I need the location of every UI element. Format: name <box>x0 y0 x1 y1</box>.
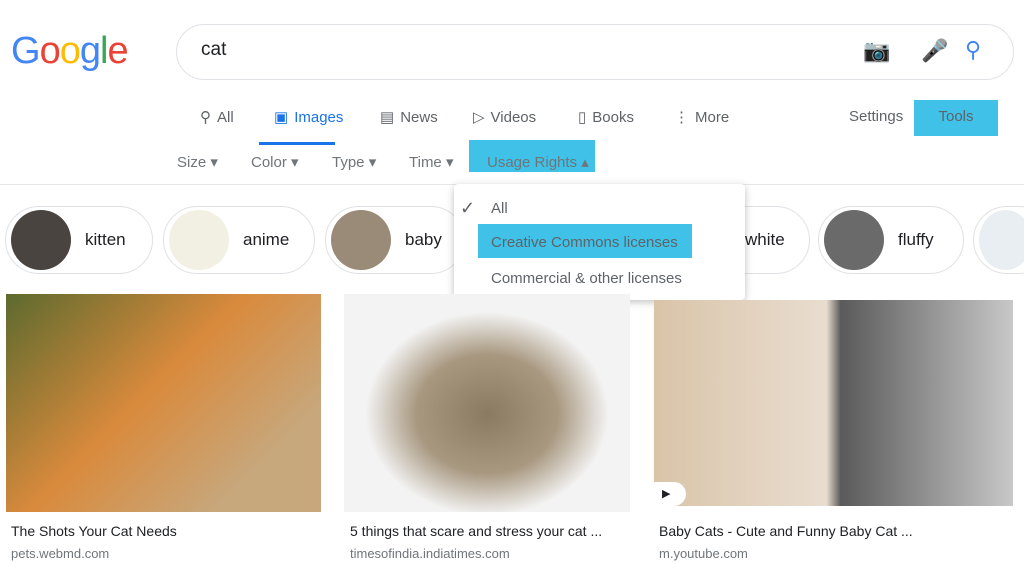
result-image[interactable]: ▶ <box>654 300 1013 506</box>
more-vert-icon: ⋮ <box>674 109 689 126</box>
check-icon: ✓ <box>460 198 476 218</box>
result-source[interactable]: timesofindia.indiatimes.com <box>350 546 510 561</box>
tools-button[interactable]: Tools <box>914 100 998 136</box>
tab-books[interactable]: ▯ Books <box>578 108 634 127</box>
result-title[interactable]: The Shots Your Cat Needs <box>11 523 177 539</box>
microphone-icon[interactable]: 🎤 <box>921 38 948 64</box>
chip-kitten[interactable]: kitten <box>5 206 153 274</box>
chip-anime[interactable]: anime <box>163 206 315 274</box>
menu-item-all[interactable]: All <box>491 200 508 217</box>
filter-color[interactable]: Color ▾ <box>251 153 299 171</box>
chip-thumbnail <box>169 210 229 270</box>
google-logo[interactable]: Google <box>11 30 129 73</box>
chip-thumbnail <box>824 210 884 270</box>
search-box[interactable]: 📷 🎤 ⚲ <box>176 24 1014 80</box>
search-icon: ⚲ <box>200 109 211 126</box>
tab-more[interactable]: ⋮ More <box>674 108 729 127</box>
book-icon: ▯ <box>578 109 587 126</box>
menu-item-creative-commons[interactable]: Creative Commons licenses <box>478 224 692 258</box>
filter-time[interactable]: Time ▾ <box>409 153 453 171</box>
chip-more[interactable] <box>973 206 1024 274</box>
settings-link[interactable]: Settings <box>849 108 903 125</box>
image-icon: ▣ <box>274 109 289 126</box>
tab-videos[interactable]: ▷ Videos <box>473 108 536 127</box>
result-source[interactable]: m.youtube.com <box>659 546 748 561</box>
filter-type[interactable]: Type ▾ <box>332 153 376 171</box>
active-tab-indicator <box>259 142 335 145</box>
play-icon: ▶ <box>654 482 686 506</box>
chip-thumbnail <box>11 210 71 270</box>
tab-all[interactable]: ⚲ All <box>200 108 234 127</box>
filter-size[interactable]: Size ▾ <box>177 153 218 171</box>
chip-thumbnail <box>331 210 391 270</box>
chip-fluffy[interactable]: fluffy <box>818 206 964 274</box>
search-input[interactable] <box>201 39 801 61</box>
chip-baby[interactable]: baby <box>325 206 465 274</box>
play-icon: ▷ <box>473 109 485 126</box>
tab-images[interactable]: ▣ Images <box>274 108 343 127</box>
chip-thumbnail <box>979 210 1024 270</box>
result-image[interactable] <box>6 294 321 512</box>
usage-rights-menu: ✓ All Creative Commons licenses Commerci… <box>454 184 745 300</box>
tab-news[interactable]: ▤ News <box>380 108 438 127</box>
result-image[interactable] <box>344 294 630 512</box>
result-title[interactable]: 5 things that scare and stress your cat … <box>350 523 602 539</box>
news-icon: ▤ <box>380 109 395 126</box>
camera-icon[interactable]: 📷 <box>863 38 890 64</box>
result-source[interactable]: pets.webmd.com <box>11 546 109 561</box>
search-icon[interactable]: ⚲ <box>965 37 981 63</box>
filter-usage-rights[interactable]: Usage Rights ▴ <box>469 140 595 172</box>
result-title[interactable]: Baby Cats - Cute and Funny Baby Cat ... <box>659 523 913 539</box>
menu-item-commercial[interactable]: Commercial & other licenses <box>491 270 682 287</box>
